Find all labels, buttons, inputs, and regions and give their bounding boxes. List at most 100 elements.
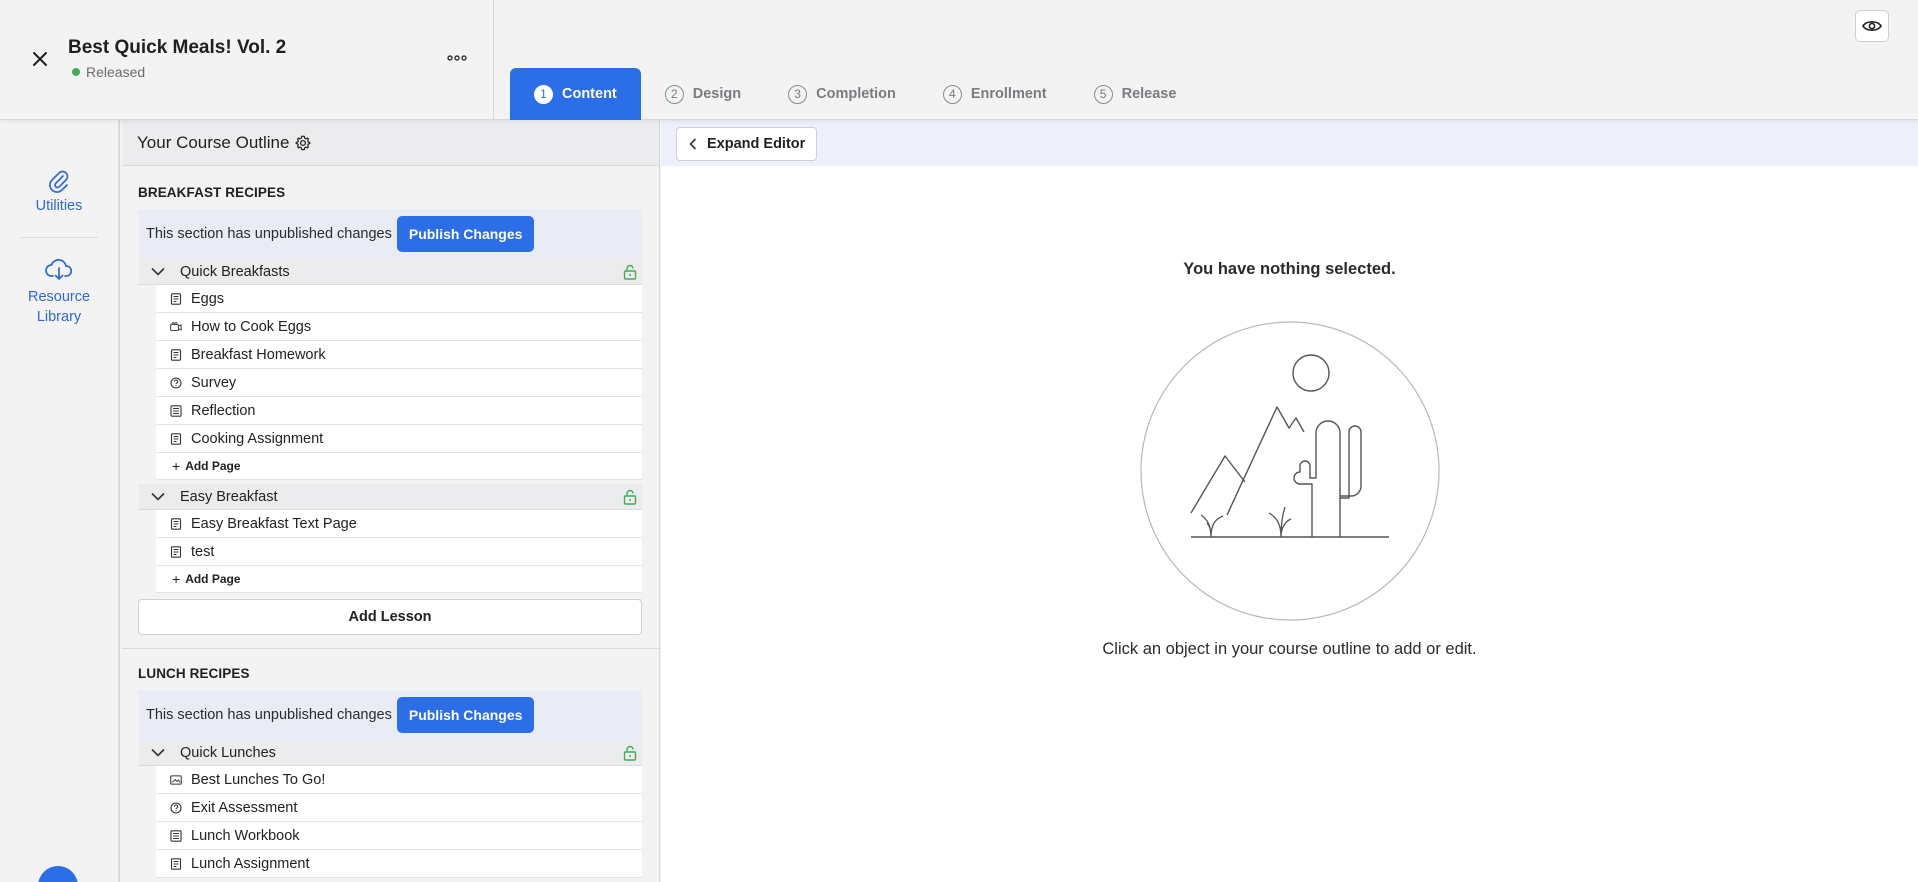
section-divider <box>122 648 659 649</box>
page-label: Breakfast Homework <box>191 346 326 363</box>
add-page-label: Add Page <box>185 572 241 586</box>
page-label: Best Lunches To Go! <box>191 771 326 788</box>
left-rail: Utilities Resource Library <box>0 120 120 882</box>
step-tabs: 1 Content 2 Design 3 Completion 4 Enroll… <box>510 68 1199 120</box>
page-row[interactable]: How to Cook Eggs <box>156 313 642 341</box>
cloud-download-icon <box>45 259 73 280</box>
eye-icon <box>1862 21 1882 31</box>
text-page-icon <box>170 292 182 305</box>
page-row[interactable]: Lunch Assignment <box>156 850 642 878</box>
plus-icon: + <box>172 571 181 587</box>
more-options-button[interactable] <box>442 45 472 71</box>
form-page-icon <box>170 829 182 842</box>
unpublished-text: This section has unpublished changes <box>146 226 392 242</box>
page-label: How to Cook Eggs <box>191 318 312 335</box>
course-status: Released <box>72 64 145 80</box>
step-number: 4 <box>942 84 962 104</box>
publish-changes-button[interactable]: Publish Changes <box>396 697 535 733</box>
unpublished-notice: This section has unpublished changes Pub… <box>138 209 642 259</box>
unlock-icon[interactable] <box>623 489 637 505</box>
page-row[interactable]: Best Lunches To Go! <box>156 766 642 794</box>
step-number: 5 <box>1093 84 1113 104</box>
paperclip-icon <box>49 170 69 193</box>
chevron-down-icon[interactable] <box>151 267 167 276</box>
text-page-icon <box>170 857 182 870</box>
unlock-icon[interactable] <box>623 745 637 761</box>
gear-icon <box>296 135 311 150</box>
header-divider <box>493 0 494 120</box>
chevron-left-icon <box>689 138 697 150</box>
close-icon <box>33 52 47 66</box>
lesson-title: Quick Breakfasts <box>180 263 290 280</box>
empty-state-title: You have nothing selected. <box>1183 260 1396 278</box>
page-row[interactable]: Survey <box>156 369 642 397</box>
text-page-icon <box>170 545 182 558</box>
lesson-title: Easy Breakfast <box>180 488 278 505</box>
page-label: Eggs <box>191 290 225 307</box>
page-label: Exit Assessment <box>191 799 298 816</box>
empty-state-illustration <box>1140 321 1440 621</box>
outline-title: Your Course Outline <box>137 132 290 152</box>
lesson-row[interactable]: Quick Breakfasts <box>138 259 642 285</box>
rail-item-resource-library[interactable]: Resource Library <box>0 257 118 327</box>
tab-content[interactable]: 1 Content <box>510 68 641 120</box>
page-label: Survey <box>191 374 237 391</box>
editor-panel: Expand Editor You have nothing selected.… <box>661 120 1918 882</box>
chevron-down-icon[interactable] <box>151 748 167 757</box>
more-horizontal-icon <box>447 55 467 61</box>
rail-divider <box>20 237 98 238</box>
add-page-label: Add Page <box>185 459 241 473</box>
page-row[interactable]: Eggs <box>156 285 642 313</box>
empty-state-hint: Click an object in your course outline t… <box>1102 640 1477 658</box>
video-page-icon <box>170 321 182 333</box>
page-row[interactable]: test <box>156 538 642 566</box>
editor-toolbar: Expand Editor <box>661 120 1918 166</box>
rail-label-utilities: Utilities <box>35 198 83 214</box>
tab-design[interactable]: 2 Design <box>641 68 764 120</box>
add-lesson-button[interactable]: Add Lesson <box>138 599 642 635</box>
text-page-icon <box>170 432 182 445</box>
close-button[interactable] <box>26 45 54 73</box>
rail-item-utilities[interactable]: Utilities <box>0 168 118 214</box>
lesson-row[interactable]: Easy Breakfast <box>138 484 642 510</box>
outline-header: Your Course Outline <box>122 120 659 166</box>
section-title: LUNCH RECIPES <box>138 666 250 681</box>
add-page-button[interactable]: + Add Page <box>156 453 642 480</box>
survey-icon <box>170 376 182 389</box>
expand-editor-button[interactable]: Expand Editor <box>676 127 818 161</box>
outline-settings-button[interactable] <box>295 135 311 151</box>
unpublished-text: This section has unpublished changes <box>146 707 392 723</box>
page-row[interactable]: Reflection <box>156 397 642 425</box>
image-page-icon <box>170 774 182 786</box>
page-label: test <box>191 543 215 560</box>
tab-enrollment[interactable]: 4 Enrollment <box>919 68 1070 120</box>
chevron-down-icon[interactable] <box>151 492 167 501</box>
preview-button[interactable] <box>1855 10 1889 42</box>
unlock-icon[interactable] <box>623 264 637 280</box>
step-number: 3 <box>788 84 808 104</box>
page-label: Easy Breakfast Text Page <box>191 515 357 532</box>
status-dot-icon <box>72 68 80 76</box>
step-number: 2 <box>664 84 684 104</box>
status-label: Released <box>86 64 146 80</box>
course-title: Best Quick Meals! Vol. 2 <box>68 37 287 58</box>
page-row[interactable]: Breakfast Homework <box>156 341 642 369</box>
course-outline-panel: Your Course Outline BREAKFAST RECIPES Th… <box>122 120 660 882</box>
course-header: Best Quick Meals! Vol. 2 Released 1 Cont… <box>0 0 1918 120</box>
page-row[interactable]: Exit Assessment <box>156 794 642 822</box>
tab-label: Content <box>562 86 617 102</box>
page-row[interactable]: Easy Breakfast Text Page <box>156 510 642 538</box>
form-page-icon <box>170 404 182 417</box>
tab-release[interactable]: 5 Release <box>1070 68 1200 120</box>
step-number: 1 <box>534 84 553 104</box>
page-row[interactable]: Lunch Workbook <box>156 822 642 850</box>
rail-label-resource-library: Resource Library <box>27 289 91 325</box>
lesson-row[interactable]: Quick Lunches <box>138 740 642 766</box>
plus-icon: + <box>172 458 181 474</box>
page-label: Cooking Assignment <box>191 430 324 447</box>
tab-label: Completion <box>816 86 896 102</box>
page-row[interactable]: Cooking Assignment <box>156 425 642 453</box>
tab-completion[interactable]: 3 Completion <box>764 68 919 120</box>
add-page-button[interactable]: + Add Page <box>156 566 642 593</box>
publish-changes-button[interactable]: Publish Changes <box>396 216 535 252</box>
